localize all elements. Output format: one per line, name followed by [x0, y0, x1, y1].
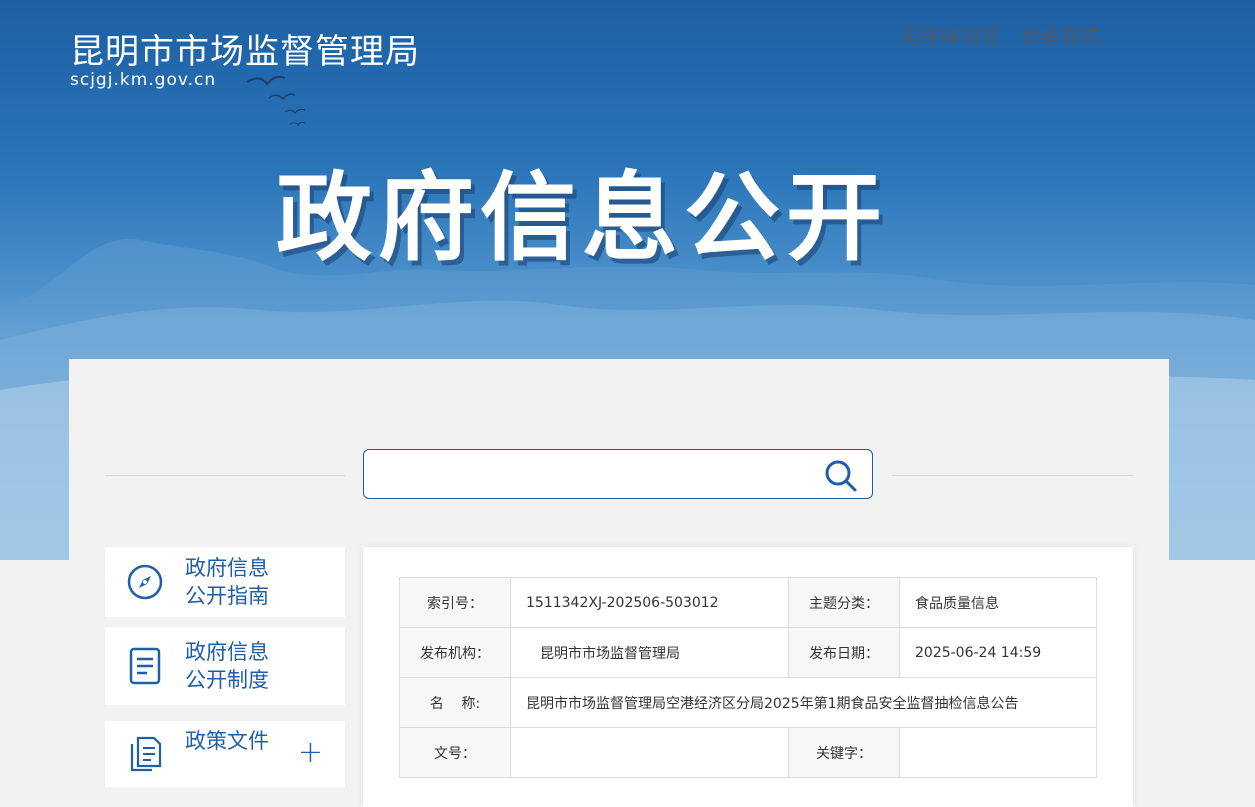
elder-mode-link[interactable]: 长者模式	[1020, 24, 1100, 48]
divider-right	[892, 475, 1133, 476]
accessibility-link[interactable]: 无障碍浏览	[900, 24, 1000, 48]
document-icon	[105, 647, 185, 685]
sidebar-item-system[interactable]: 政府信息 公开制度	[105, 627, 345, 705]
table-row: 索引号： 1511342XJ-202506-503012 主题分类： 食品质量信…	[399, 577, 1097, 628]
publisher-value: 昆明市市场监督管理局	[510, 627, 789, 678]
name-value: 昆明市市场监督管理局空港经济区分局2025年第1期食品安全监督抽检信息公告	[510, 677, 1097, 728]
table-row: 名 称: 昆明市市场监督管理局空港经济区分局2025年第1期食品安全监督抽检信息…	[399, 677, 1097, 728]
search-box	[363, 449, 873, 499]
sidebar-item-guide[interactable]: 政府信息 公开指南	[105, 547, 345, 617]
keyword-label: 关键字：	[788, 727, 900, 778]
keyword-value	[899, 727, 1097, 778]
date-label: 发布日期：	[788, 627, 900, 678]
search-input[interactable]	[376, 450, 820, 498]
publisher-label: 发布机构：	[399, 627, 511, 678]
compass-icon	[105, 564, 185, 600]
docno-value	[510, 727, 789, 778]
index-value: 1511342XJ-202506-503012	[510, 577, 789, 628]
table-row: 文号： 关键字：	[399, 727, 1097, 778]
files-icon	[105, 736, 185, 772]
docno-label: 文号：	[399, 727, 511, 778]
topic-label: 主题分类：	[788, 577, 900, 628]
index-label: 索引号：	[399, 577, 511, 628]
sidebar-item-policy[interactable]: 政策文件 +	[105, 721, 345, 787]
search-icon[interactable]	[824, 459, 858, 497]
sidebar-item-label: 政府信息 公开指南	[185, 556, 269, 608]
divider-left	[105, 475, 345, 476]
birds-decoration	[246, 75, 306, 126]
topic-value: 食品质量信息	[899, 577, 1097, 628]
sidebar-item-label: 政策文件	[185, 729, 269, 753]
site-title[interactable]: 昆明市市场监督管理局	[70, 24, 420, 73]
content-card: 索引号： 1511342XJ-202506-503012 主题分类： 食品质量信…	[363, 547, 1133, 807]
expand-plus-icon[interactable]: +	[298, 735, 323, 770]
top-links: 无障碍浏览 长者模式	[900, 20, 1114, 49]
name-label: 名 称:	[399, 677, 511, 728]
date-value: 2025-06-24 14:59	[899, 627, 1097, 678]
table-row: 发布机构： 昆明市市场监督管理局 发布日期： 2025-06-24 14:59	[399, 627, 1097, 678]
banner-title: 政府信息公开	[276, 162, 888, 274]
main-panel: 政府信息 公开指南 政府信息 公开制度 政策文件 + 索引号： 1511342X…	[69, 359, 1169, 807]
sidebar-item-label: 政府信息 公开制度	[185, 640, 269, 692]
site-domain: scjgj.km.gov.cn	[70, 70, 217, 90]
meta-table: 索引号： 1511342XJ-202506-503012 主题分类： 食品质量信…	[399, 577, 1097, 778]
